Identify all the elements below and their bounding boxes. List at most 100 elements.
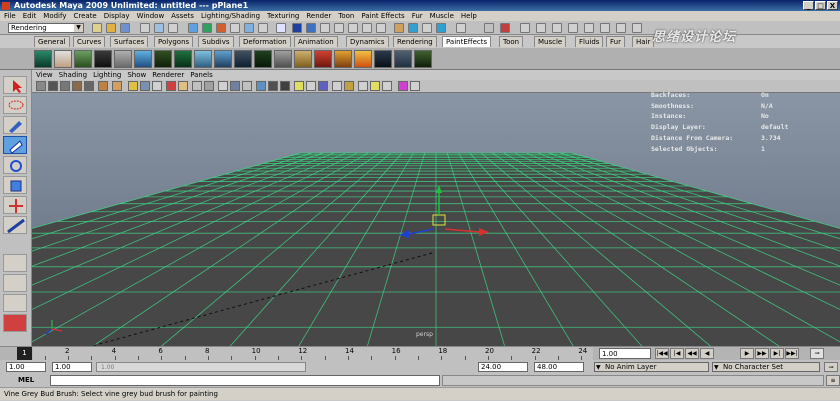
camera-icon[interactable]	[36, 81, 46, 91]
lasso-tool-icon[interactable]	[3, 96, 27, 114]
attribute-editor-icon[interactable]	[484, 23, 494, 33]
xray-icon[interactable]	[306, 81, 316, 91]
mask-surfaces-icon[interactable]	[244, 23, 254, 33]
layer-editor-icon[interactable]	[536, 23, 546, 33]
select-component-icon[interactable]	[168, 23, 178, 33]
command-language-label[interactable]: MEL	[18, 375, 34, 386]
wireframe-on-shaded-icon[interactable]	[242, 81, 252, 91]
brush-icon-13[interactable]	[274, 50, 292, 68]
tab-fluids[interactable]: Fluids	[575, 36, 604, 47]
tab-deformation[interactable]: Deformation	[239, 36, 291, 47]
brush-icon-9[interactable]	[194, 50, 212, 68]
step-back-frame-button[interactable]: |◀	[670, 348, 684, 359]
mask-curves-icon[interactable]	[230, 23, 240, 33]
depth-of-field-icon[interactable]	[382, 81, 392, 91]
safe-title-icon[interactable]	[204, 81, 214, 91]
use-all-lights-icon[interactable]	[268, 81, 278, 91]
scale-tool-icon[interactable]	[3, 176, 27, 194]
hq-render-icon[interactable]	[332, 81, 342, 91]
save-scene-icon[interactable]	[120, 23, 130, 33]
brush-icon-8[interactable]	[174, 50, 192, 68]
step-forward-key-button[interactable]: ▶▶	[755, 348, 769, 359]
shelf-option-icon-1[interactable]	[552, 23, 562, 33]
brush-icon-2[interactable]	[54, 50, 72, 68]
go-to-start-button[interactable]: |◀◀	[655, 348, 669, 359]
field-chart-icon[interactable]	[178, 81, 188, 91]
bookmark-icon[interactable]	[60, 81, 70, 91]
paint-select-tool-icon[interactable]	[3, 116, 27, 134]
menu-texturing[interactable]: Texturing	[267, 11, 299, 21]
ao-icon[interactable]	[344, 81, 354, 91]
menu-create[interactable]: Create	[73, 11, 96, 21]
brush-icon-7[interactable]	[154, 50, 172, 68]
menu-window[interactable]: Window	[137, 11, 165, 21]
menu-muscle[interactable]: Muscle	[430, 11, 454, 21]
move-tool-icon[interactable]	[3, 136, 27, 154]
new-scene-icon[interactable]	[92, 23, 102, 33]
playback-end-field[interactable]: 24.00	[478, 362, 528, 372]
wireframe-icon[interactable]	[218, 81, 228, 91]
brush-icon-15[interactable]	[314, 50, 332, 68]
panel-menu-lighting[interactable]: Lighting	[93, 70, 121, 80]
gate-mask-icon[interactable]	[166, 81, 176, 91]
make-live-icon[interactable]	[376, 23, 386, 33]
grease-pencil-icon[interactable]	[98, 81, 108, 91]
brush-icon-5[interactable]	[114, 50, 132, 68]
step-back-key-button[interactable]: ◀◀	[685, 348, 699, 359]
menu-display[interactable]: Display	[104, 11, 130, 21]
tab-polygons[interactable]: Polygons	[154, 36, 194, 47]
brush-icon-14[interactable]	[294, 50, 312, 68]
tab-painteffects[interactable]: PaintEffects	[442, 36, 492, 47]
rotate-tool-icon[interactable]	[3, 156, 27, 174]
step-forward-frame-button[interactable]: ▶|	[770, 348, 784, 359]
time-slider[interactable]: 2 4 6 8 10 12 14 16 18 20 22 24	[0, 346, 840, 361]
highlight-selection-icon[interactable]	[306, 23, 316, 33]
shelf-option-icon-4[interactable]	[600, 23, 610, 33]
brush-icon-19[interactable]	[394, 50, 412, 68]
brush-icon-10[interactable]	[214, 50, 232, 68]
tab-muscle[interactable]: Muscle	[534, 36, 567, 47]
render-current-frame-icon[interactable]	[408, 23, 418, 33]
snap-point-icon[interactable]	[348, 23, 358, 33]
menu-lighting-shading[interactable]: Lighting/Shading	[201, 11, 260, 21]
range-slider[interactable]: 1.00	[96, 362, 306, 372]
keyframe-icon[interactable]: ⊸	[810, 348, 824, 359]
panel-menu-shading[interactable]: Shading	[59, 70, 87, 80]
script-editor-icon[interactable]: ≡	[826, 375, 840, 386]
shelf-option-icon-2[interactable]	[568, 23, 578, 33]
menu-set-dropdown[interactable]: Rendering ▼	[8, 23, 84, 33]
select-object-icon[interactable]	[154, 23, 164, 33]
tool-settings-icon[interactable]	[500, 23, 510, 33]
tab-general[interactable]: General	[34, 36, 70, 47]
add-icon[interactable]	[276, 23, 286, 33]
camera-attributes-icon[interactable]	[112, 81, 122, 91]
grid-icon[interactable]	[128, 81, 138, 91]
menu-render[interactable]: Render	[306, 11, 331, 21]
playback-start-field[interactable]: 1.00	[52, 362, 92, 372]
brush-icon-11[interactable]	[234, 50, 252, 68]
shelf-option-icon-3[interactable]	[584, 23, 594, 33]
tab-surfaces[interactable]: Surfaces	[110, 36, 149, 47]
antialias-icon[interactable]	[370, 81, 380, 91]
pick-mask-icon[interactable]	[188, 23, 198, 33]
menu-assets[interactable]: Assets	[171, 11, 194, 21]
brush-icon-18[interactable]	[374, 50, 392, 68]
panel-menu-view[interactable]: View	[36, 70, 53, 80]
panel-menu-renderer[interactable]: Renderer	[152, 70, 184, 80]
shelf-option-icon-6[interactable]	[632, 23, 642, 33]
layout-single-icon[interactable]	[3, 254, 27, 272]
current-frame-marker[interactable]: 1	[17, 347, 32, 360]
menu-toon[interactable]: Toon	[338, 11, 354, 21]
tab-subdivs[interactable]: Subdivs	[198, 36, 234, 47]
brush-icon-12[interactable]	[254, 50, 272, 68]
menu-file[interactable]: File	[4, 11, 16, 21]
maximize-button[interactable]: □	[815, 1, 826, 10]
brush-icon-20[interactable]	[414, 50, 432, 68]
menu-paint-effects[interactable]: Paint Effects	[361, 11, 404, 21]
frame-all-icon[interactable]	[398, 81, 408, 91]
brush-icon-6[interactable]	[134, 50, 152, 68]
render-settings-icon[interactable]	[436, 23, 446, 33]
brush-icon-1[interactable]	[34, 50, 52, 68]
film-gate-icon[interactable]	[140, 81, 150, 91]
snap-curve-icon[interactable]	[334, 23, 344, 33]
